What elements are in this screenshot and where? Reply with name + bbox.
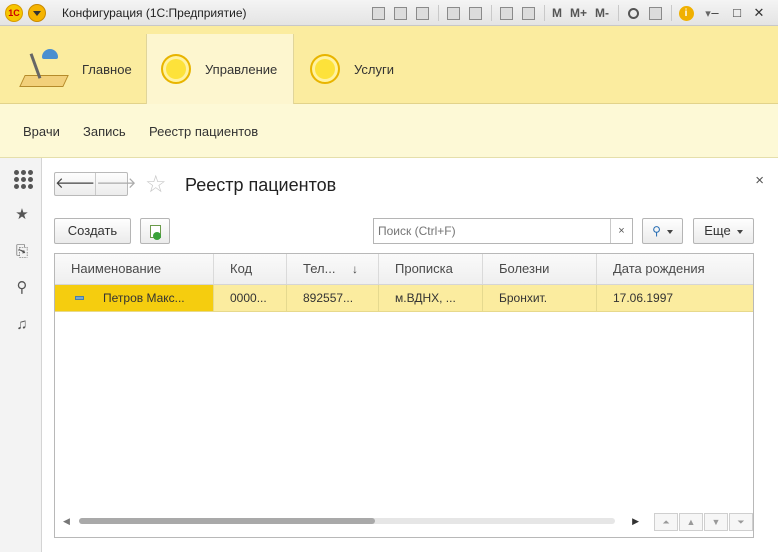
cell-registration[interactable]: м.ВДНХ, ... xyxy=(379,285,483,311)
maximize-button[interactable]: □ xyxy=(726,3,748,23)
column-header-name[interactable]: Наименование xyxy=(55,254,214,284)
print-icon[interactable] xyxy=(390,3,410,23)
apps-grid-icon[interactable] xyxy=(12,168,33,189)
forward-button[interactable]: 🡒 xyxy=(95,173,136,195)
window-title-bar: 1С Конфигурация (1С:Предприятие) M M+ M-… xyxy=(0,0,778,26)
sort-descending-icon: ↓ xyxy=(352,262,358,276)
close-window-button[interactable]: ✕ xyxy=(748,3,770,23)
column-header-birth-date[interactable]: Дата рождения xyxy=(597,254,753,284)
favorite-star-icon[interactable]: ☆ xyxy=(145,170,167,199)
section-management[interactable]: Управление xyxy=(146,34,294,104)
yellow-circle-icon xyxy=(310,54,340,84)
toolbar-separator xyxy=(544,5,545,21)
calendar-icon[interactable] xyxy=(518,3,538,23)
scroll-thumb[interactable] xyxy=(79,518,375,524)
history-icon[interactable]: ⎘ xyxy=(12,242,32,262)
more-label: Еще xyxy=(704,223,731,238)
info-icon[interactable]: i xyxy=(676,3,696,23)
horizontal-scrollbar[interactable]: ◀ ▶ xyxy=(63,515,639,527)
cell-name[interactable]: Петров Макс... xyxy=(55,285,214,311)
window-title: Конфигурация (1С:Предприятие) xyxy=(62,6,247,20)
section-main[interactable]: Главное xyxy=(19,34,146,104)
page-down-icon[interactable]: ▼ xyxy=(704,513,728,531)
sections-panel: Главное Управление Услуги xyxy=(0,26,778,104)
column-header-phone[interactable]: Тел... ↓ xyxy=(287,254,379,284)
section-label: Услуги xyxy=(354,61,394,77)
desk-lamp-icon xyxy=(19,49,69,89)
cell-phone[interactable]: 892557... xyxy=(287,285,379,311)
catalog-item-icon xyxy=(75,296,84,300)
notifications-bell-icon[interactable]: ♫ xyxy=(12,315,32,335)
window-toolbar: M M+ M- i ▾ xyxy=(368,3,720,23)
search-options-button[interactable]: ⚲ xyxy=(642,218,683,244)
panels-icon[interactable] xyxy=(645,3,665,23)
upload-icon[interactable] xyxy=(443,3,463,23)
scroll-right-icon[interactable]: ▶ xyxy=(632,515,639,527)
subsystem-navigation: Врачи Запись Реестр пациентов xyxy=(0,104,778,158)
column-header-phone-label: Тел... xyxy=(303,261,336,276)
table-header: Наименование Код Тел... ↓ Прописка Болез… xyxy=(55,254,753,285)
section-label: Главное xyxy=(82,61,132,77)
memory-button[interactable]: M xyxy=(549,3,565,23)
memory-minus-button[interactable]: M- xyxy=(592,3,612,23)
page-title: Реестр пациентов xyxy=(185,175,337,195)
list-pager: ⏶ ▲ ▼ ⏷ xyxy=(653,513,753,531)
copy-document-button[interactable] xyxy=(140,218,170,244)
toolbar-separator xyxy=(491,5,492,21)
magnifier-icon: ⚲ xyxy=(652,224,661,238)
nav-link-appointments[interactable]: Запись xyxy=(83,124,126,139)
patients-table: Наименование Код Тел... ↓ Прописка Болез… xyxy=(54,253,754,538)
create-button[interactable]: Создать xyxy=(54,218,131,244)
cell-diseases[interactable]: Бронхит. xyxy=(483,285,597,311)
1c-logo-icon[interactable]: 1С xyxy=(5,4,23,22)
scroll-bottom-icon[interactable]: ⏷ xyxy=(729,513,753,531)
scroll-left-icon[interactable]: ◀ xyxy=(63,515,70,527)
favorites-star-icon[interactable]: ★ xyxy=(12,205,32,225)
preview-icon[interactable] xyxy=(412,3,432,23)
toolbar-separator xyxy=(438,5,439,21)
page-up-icon[interactable]: ▲ xyxy=(679,513,703,531)
add-document-icon xyxy=(149,225,161,240)
back-button[interactable]: 🡐 xyxy=(55,173,95,195)
attach-icon[interactable] xyxy=(465,3,485,23)
scroll-top-icon[interactable]: ⏶ xyxy=(654,513,678,531)
calculator-icon[interactable] xyxy=(496,3,516,23)
form-patient-registry: 🡐 🡒 ☆ Реестр пациентов × Создать × ⚲ Еще… xyxy=(42,158,778,552)
zoom-icon[interactable] xyxy=(623,3,643,23)
nav-link-patient-registry[interactable]: Реестр пациентов xyxy=(149,124,258,139)
clear-search-button[interactable]: × xyxy=(610,219,632,243)
main-menu-button[interactable] xyxy=(28,4,46,22)
column-header-registration[interactable]: Прописка xyxy=(379,254,483,284)
table-row[interactable]: Петров Макс... 0000... 892557... м.ВДНХ,… xyxy=(55,285,753,312)
search-field: × xyxy=(373,218,633,244)
search-icon[interactable]: ⚲ xyxy=(12,278,32,298)
left-sidebar: ★ ⎘ ⚲ ♫ xyxy=(0,158,42,552)
window-controls: – □ ✕ xyxy=(704,3,770,23)
cell-birth-date[interactable]: 17.06.1997 xyxy=(597,285,753,311)
close-form-button[interactable]: × xyxy=(755,172,764,189)
yellow-circle-icon xyxy=(161,54,191,84)
section-services[interactable]: Услуги xyxy=(310,34,420,104)
toolbar-separator xyxy=(671,5,673,21)
minimize-button[interactable]: – xyxy=(704,3,726,23)
save-icon[interactable] xyxy=(368,3,388,23)
search-input[interactable] xyxy=(374,219,610,243)
column-header-diseases[interactable]: Болезни xyxy=(483,254,597,284)
section-label: Управление xyxy=(205,61,278,77)
toolbar-separator xyxy=(618,5,620,21)
memory-plus-button[interactable]: M+ xyxy=(567,3,590,23)
nav-link-doctors[interactable]: Врачи xyxy=(23,124,60,139)
more-button[interactable]: Еще xyxy=(693,218,754,244)
history-nav-buttons: 🡐 🡒 xyxy=(54,172,136,196)
cell-name-text: Петров Макс... xyxy=(103,291,185,305)
cell-code[interactable]: 0000... xyxy=(214,285,287,311)
column-header-code[interactable]: Код xyxy=(214,254,287,284)
